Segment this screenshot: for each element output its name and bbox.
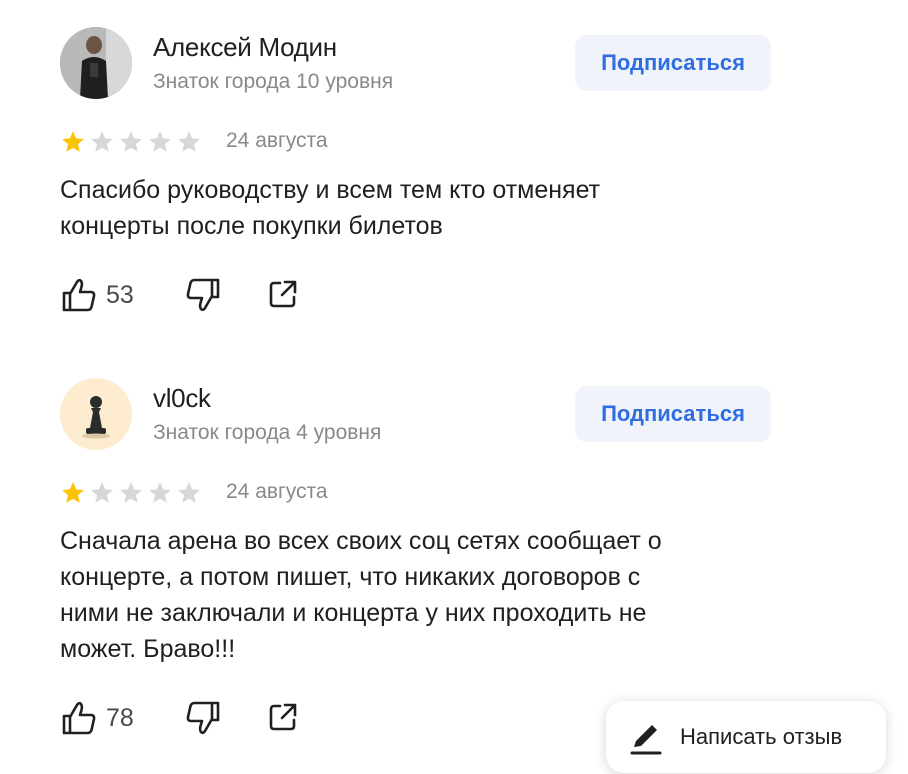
share-icon: [269, 280, 297, 308]
review-text-line: может. Браво!!!: [60, 635, 236, 663]
subscribe-button[interactable]: Подписаться: [575, 35, 771, 91]
author-level: Знаток города 4 уровня: [153, 421, 382, 444]
review-text-line: Сначала арена во всех своих соц сетях со…: [60, 527, 662, 555]
star-empty-icon: [91, 131, 113, 152]
star-empty-icon: [149, 131, 171, 152]
author-name[interactable]: vl0ck: [153, 383, 211, 414]
thumb-down-icon: [186, 278, 220, 312]
subscribe-button[interactable]: Подписаться: [575, 386, 771, 442]
author-avatar[interactable]: [60, 378, 132, 450]
write-review-label: Написать отзыв: [680, 724, 843, 749]
write-review-button[interactable]: Написать отзыв: [606, 701, 886, 773]
like-button[interactable]: 78: [60, 700, 134, 736]
share-icon: [269, 703, 297, 731]
share-button[interactable]: [266, 277, 300, 311]
dislike-button[interactable]: [184, 700, 222, 736]
like-button[interactable]: 53: [60, 277, 134, 313]
star-empty-icon: [178, 482, 200, 503]
star-filled-icon: [62, 131, 84, 152]
pawn-icon: [82, 396, 110, 439]
review-text-line: ними не заключали и концерта у них прохо…: [60, 599, 647, 627]
pencil-icon: [630, 725, 662, 755]
star-empty-icon: [178, 131, 200, 152]
review-text-line: Спасибо руководству и всем тем кто отмен…: [60, 176, 601, 204]
thumb-up-icon: [62, 278, 96, 312]
thumb-up-icon: [62, 701, 96, 735]
author-avatar[interactable]: [60, 27, 132, 99]
author-name[interactable]: Алексей Модин: [153, 32, 337, 63]
star-empty-icon: [91, 482, 113, 503]
star-empty-icon: [120, 482, 142, 503]
star-filled-icon: [62, 482, 84, 503]
review-text-line: концерты после покупки билетов: [60, 212, 443, 240]
thumb-down-icon: [186, 701, 220, 735]
like-count: 78: [106, 703, 134, 732]
star-empty-icon: [149, 482, 171, 503]
share-button[interactable]: [266, 700, 300, 734]
review-text: Сначала арена во всех своих соц сетях со…: [60, 523, 780, 667]
review-text: Спасибо руководству и всем тем кто отмен…: [60, 172, 780, 244]
dislike-button[interactable]: [184, 277, 222, 313]
review-text-line: концерте, а потом пишет, что никаких дог…: [60, 563, 641, 591]
review-date: 24 августа: [226, 129, 328, 152]
author-level: Знаток города 10 уровня: [153, 70, 394, 93]
like-count: 53: [106, 280, 134, 309]
rating-stars: [60, 480, 202, 506]
star-empty-icon: [120, 131, 142, 152]
rating-stars: [60, 129, 202, 155]
review-date: 24 августа: [226, 480, 328, 503]
